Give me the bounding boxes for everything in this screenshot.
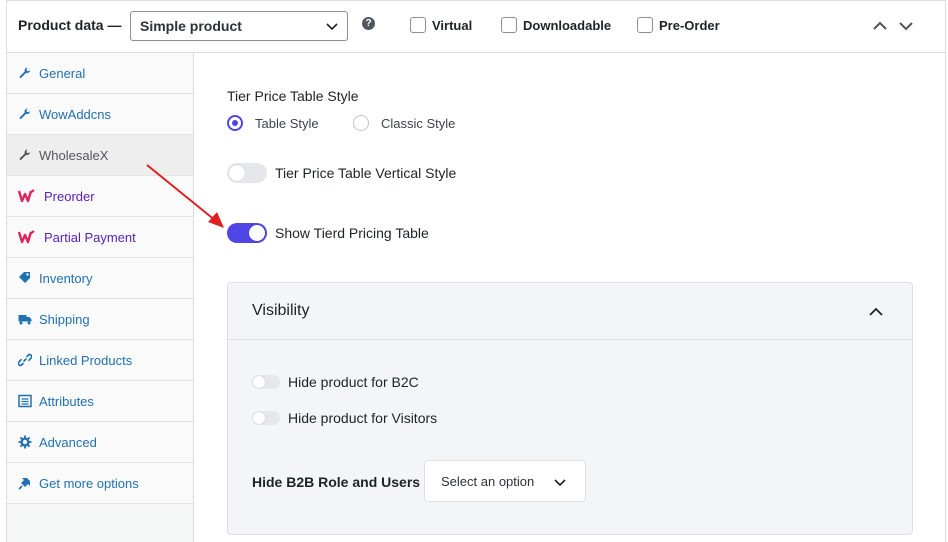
sidebar-item-label: Get more options: [39, 475, 139, 491]
sidebar-item-advanced[interactable]: Advanced: [7, 422, 193, 463]
classic-style-radio-dot[interactable]: [353, 115, 369, 131]
visibility-header[interactable]: Visibility: [228, 283, 912, 340]
sidebar-item-label: General: [39, 65, 86, 81]
product-type-value: Simple product: [140, 18, 242, 34]
downloadable-label: Downloadable: [523, 17, 612, 33]
product-data-panel: Product data — Simple product ? Virtual …: [6, 0, 946, 542]
sidebar-item-label: Advanced: [39, 434, 97, 450]
classic-style-label: Classic Style: [381, 115, 456, 131]
b2b-role-select-value: Select an option: [441, 473, 535, 489]
plugin-icon: [18, 478, 30, 490]
vertical-style-toggle[interactable]: [227, 163, 267, 183]
table-style-label: Table Style: [255, 115, 319, 131]
wholesalex-settings-panel: Tier Price Table Style Table Style Class…: [195, 53, 945, 542]
downloadable-checkbox-box[interactable]: [501, 17, 517, 33]
b2b-role-select[interactable]: Select an option: [424, 460, 586, 502]
show-tiered-pricing-toggle[interactable]: [227, 223, 267, 243]
gear-icon: [18, 435, 32, 449]
hide-b2c-toggle[interactable]: [252, 375, 280, 389]
sidebar-item-partial-payment[interactable]: Partial Payment: [7, 217, 193, 258]
help-icon[interactable]: ?: [362, 17, 375, 30]
hide-b2c-row: Hide product for B2C: [252, 374, 419, 390]
sidebar-item-linked-products[interactable]: Linked Products: [7, 340, 193, 381]
hide-visitors-toggle[interactable]: [252, 411, 280, 425]
sidebar-item-preorder[interactable]: Preorder: [7, 176, 193, 217]
classic-style-radio[interactable]: Classic Style: [353, 115, 455, 131]
sidebar-item-label: WowAddcns: [39, 106, 112, 122]
sidebar-item-wowaddons[interactable]: WowAddcns: [7, 94, 193, 135]
product-type-select[interactable]: Simple product: [130, 11, 348, 41]
chevron-down-icon: [326, 23, 338, 31]
chevron-up-icon[interactable]: [868, 304, 884, 320]
sidebar-item-attributes[interactable]: Attributes: [7, 381, 193, 422]
sidebar-item-general[interactable]: General: [7, 53, 193, 94]
wrench-icon: [19, 67, 31, 78]
product-data-header: Product data — Simple product ? Virtual …: [7, 1, 945, 53]
downloadable-checkbox[interactable]: Downloadable: [501, 17, 611, 33]
tag-icon: [19, 272, 30, 283]
vertical-style-label: Tier Price Table Vertical Style: [275, 165, 457, 181]
sidebar-item-label: Partial Payment: [44, 229, 136, 245]
pre-order-checkbox-box[interactable]: [637, 17, 653, 33]
hide-visitors-row: Hide product for Visitors: [252, 410, 437, 426]
show-tiered-pricing-toggle-row: Show Tierd Pricing Table: [227, 223, 429, 243]
product-data-tabs: General WowAddcns WholesaleX Preorder Pa…: [7, 53, 194, 542]
virtual-label: Virtual: [432, 17, 473, 33]
visibility-title: Visibility: [252, 302, 310, 319]
chevron-down-icon: [554, 479, 566, 487]
virtual-checkbox-box[interactable]: [410, 17, 426, 33]
sidebar-item-label: Attributes: [39, 393, 94, 409]
sidebar-item-shipping[interactable]: Shipping: [7, 299, 193, 340]
move-down-icon[interactable]: [897, 17, 915, 35]
tier-price-style-label: Tier Price Table Style: [227, 88, 359, 104]
sidebar-item-wholesalex[interactable]: WholesaleX: [7, 135, 193, 176]
table-style-radio[interactable]: Table Style: [227, 115, 319, 131]
sidebar-item-get-more-options[interactable]: Get more options: [7, 463, 193, 504]
sidebar-item-label: WholesaleX: [39, 147, 109, 163]
sidebar-item-inventory[interactable]: Inventory: [7, 258, 193, 299]
pre-order-label: Pre-Order: [659, 17, 720, 33]
truck-icon: [18, 315, 32, 325]
hide-b2b-label: Hide B2B Role and Users: [252, 474, 421, 490]
wowstore-logo-icon: [18, 189, 35, 203]
vertical-style-toggle-row: Tier Price Table Vertical Style: [227, 163, 456, 183]
sidebar-item-label: Inventory: [39, 270, 93, 286]
wrench-icon: [19, 108, 31, 119]
sidebar-item-label: Shipping: [39, 311, 90, 327]
move-up-icon[interactable]: [871, 17, 889, 35]
sidebar-item-label: Preorder: [44, 188, 95, 204]
show-tiered-pricing-label: Show Tierd Pricing Table: [275, 225, 429, 241]
hide-visitors-label: Hide product for Visitors: [288, 410, 438, 426]
pre-order-checkbox[interactable]: Pre-Order: [637, 17, 720, 33]
visibility-section: Visibility Hide product for B2C Hide pro…: [227, 282, 913, 535]
virtual-checkbox[interactable]: Virtual: [410, 17, 472, 33]
hide-b2c-label: Hide product for B2C: [288, 374, 419, 390]
product-data-title: Product data —: [18, 17, 122, 33]
wowstore-logo-icon: [18, 230, 35, 244]
wrench-icon: [19, 149, 31, 160]
sidebar-item-label: Linked Products: [39, 352, 133, 368]
table-style-radio-dot[interactable]: [227, 115, 243, 131]
list-icon: [18, 394, 32, 408]
link-icon: [18, 353, 32, 367]
